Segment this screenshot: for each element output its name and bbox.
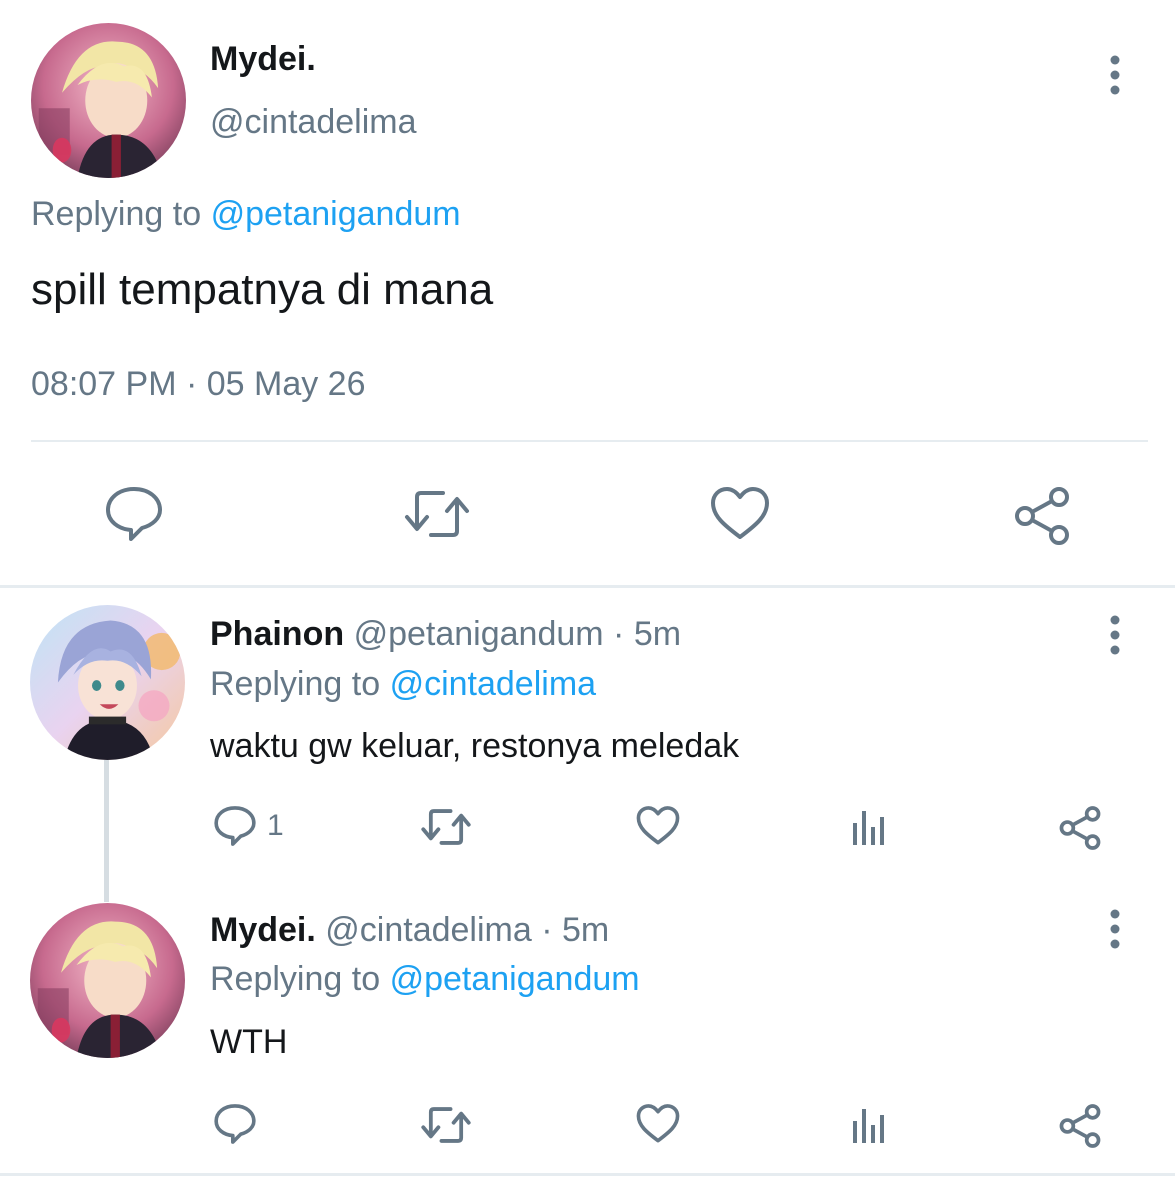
bar-chart-icon bbox=[853, 811, 884, 845]
retweet-icon bbox=[421, 809, 471, 845]
retweet-button[interactable] bbox=[420, 805, 472, 849]
bar-chart-icon bbox=[853, 1109, 884, 1143]
reply-tweet[interactable]: Mydei. @cintadelima · 5m Replying to @pe… bbox=[0, 888, 1175, 1176]
reply-button[interactable] bbox=[104, 485, 164, 543]
reply-header: Mydei. @cintadelima · 5m bbox=[210, 911, 609, 950]
avatar-image-icon bbox=[30, 605, 185, 760]
tweet-text: waktu gw keluar, restonya meledak bbox=[210, 727, 740, 765]
speech-bubble-icon bbox=[214, 1104, 256, 1144]
replying-to: Replying to @cintadelima bbox=[210, 665, 596, 704]
relative-time: 5m bbox=[633, 615, 682, 653]
share-button[interactable] bbox=[1011, 485, 1073, 547]
replying-to: Replying to @petanigandum bbox=[210, 960, 640, 999]
avatar[interactable] bbox=[30, 903, 185, 1058]
share-icon bbox=[1059, 806, 1101, 850]
display-name[interactable]: Phainon bbox=[210, 615, 344, 653]
display-name[interactable]: Mydei. bbox=[210, 40, 316, 79]
more-options-icon[interactable] bbox=[1100, 52, 1130, 102]
retweet-icon bbox=[405, 491, 469, 537]
retweet-button[interactable] bbox=[403, 485, 471, 543]
heart-icon bbox=[711, 487, 769, 539]
reply-button[interactable] bbox=[213, 1103, 257, 1145]
replying-mention-link[interactable]: @petanigandum bbox=[390, 960, 640, 998]
display-name[interactable]: Mydei. bbox=[210, 911, 316, 949]
tweet-text: spill tempatnya di mana bbox=[31, 265, 494, 314]
replying-prefix: Replying to bbox=[210, 665, 381, 703]
tweet-text: WTH bbox=[210, 1023, 288, 1061]
like-button[interactable] bbox=[635, 805, 681, 847]
replying-mention-link[interactable]: @cintadelima bbox=[390, 665, 597, 703]
user-handle[interactable]: @petanigandum bbox=[354, 615, 604, 653]
speech-bubble-icon bbox=[106, 487, 162, 541]
reply-header: Phainon @petanigandum · 5m bbox=[210, 615, 681, 654]
replying-mention-link[interactable]: @petanigandum bbox=[211, 195, 461, 233]
replying-to: Replying to @petanigandum bbox=[31, 195, 461, 234]
speech-bubble-icon bbox=[214, 806, 256, 846]
share-icon bbox=[1015, 487, 1069, 545]
heart-icon bbox=[636, 806, 680, 845]
more-options-icon[interactable] bbox=[1100, 906, 1130, 956]
avatar[interactable] bbox=[30, 605, 185, 760]
views-button[interactable] bbox=[847, 1103, 891, 1145]
like-button[interactable] bbox=[709, 485, 771, 543]
share-button[interactable] bbox=[1057, 805, 1103, 851]
reply-tweet[interactable]: Phainon @petanigandum · 5m Replying to @… bbox=[0, 590, 1175, 888]
like-button[interactable] bbox=[635, 1103, 681, 1145]
more-options-icon[interactable] bbox=[1100, 612, 1130, 662]
replying-prefix: Replying to bbox=[31, 195, 202, 233]
reply-count: 1 bbox=[267, 809, 284, 842]
avatar-image-icon bbox=[31, 23, 186, 178]
divider bbox=[31, 440, 1148, 442]
retweet-button[interactable] bbox=[420, 1103, 472, 1147]
heart-icon bbox=[636, 1104, 680, 1143]
reply-button[interactable]: 1 bbox=[213, 805, 284, 847]
share-button[interactable] bbox=[1057, 1103, 1103, 1149]
views-button[interactable] bbox=[847, 805, 891, 847]
avatar[interactable] bbox=[31, 23, 186, 178]
user-handle[interactable]: @cintadelima bbox=[325, 911, 532, 949]
retweet-icon bbox=[421, 1107, 471, 1143]
main-tweet: Mydei. @cintadelima Replying to @petanig… bbox=[0, 0, 1175, 588]
user-handle[interactable]: @cintadelima bbox=[210, 103, 417, 142]
tweet-timestamp: 08:07 PM · 05 May 26 bbox=[31, 365, 366, 403]
avatar-image-icon bbox=[30, 903, 185, 1058]
header-separator: · bbox=[603, 615, 634, 653]
relative-time: 5m bbox=[561, 911, 610, 949]
replying-prefix: Replying to bbox=[210, 960, 381, 998]
share-icon bbox=[1059, 1104, 1101, 1148]
header-separator: · bbox=[531, 911, 562, 949]
